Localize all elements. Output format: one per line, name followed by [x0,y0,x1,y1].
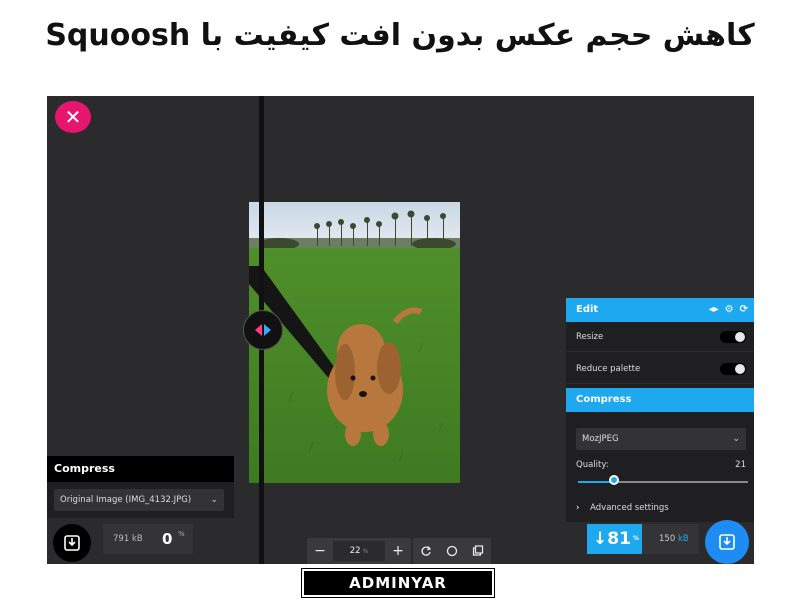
reduce-palette-label: Reduce palette [576,364,641,374]
compress-header: Compress [566,388,754,412]
footer-badge: ADMINYAR [301,568,495,598]
close-icon[interactable]: ✕ [55,101,91,133]
result-size-unit: kB [677,534,689,544]
zoom-unit: % [362,547,369,555]
advanced-settings-toggle[interactable]: › Advanced settings [566,496,754,520]
result-file-size: 150 kB [659,524,689,554]
resize-label: Resize [576,332,604,342]
right-settings-panel: Edit ◂▸ ⚙ ⟳ Resize Reduce palette Compre… [566,298,754,522]
preview-image [249,202,460,483]
chevron-down-icon: ⌄ [210,495,218,505]
squoosh-app: ✕ Compress Original Image (IMG_4132.JPG)… [47,96,754,564]
zoom-controls: − 22 % + [307,538,411,564]
result-size-value: 150 [659,534,676,544]
quality-value: 21 [735,460,746,470]
side-by-side-icon[interactable] [465,538,491,564]
quality-slider-thumb[interactable] [608,475,619,485]
chevron-right-icon: › [576,503,580,513]
settings-icon[interactable]: ⚙ [725,298,734,322]
edit-header: Edit ◂▸ ⚙ ⟳ [566,298,754,322]
download-icon [719,534,735,550]
codec-select[interactable]: MozJPEG ⌄ [576,428,746,450]
chevron-down-icon: ⌄ [732,434,740,444]
zoom-value: 22 [349,546,361,556]
quality-slider[interactable] [578,481,748,483]
reset-icon[interactable]: ⟳ [740,298,748,322]
left-codec-value: Original Image (IMG_4132.JPG) [60,495,192,505]
left-compress-panel: Compress Original Image (IMG_4132.JPG) ⌄ [47,456,234,518]
original-reduction-unit: % [178,530,185,538]
result-reduction: ↓81% [587,524,642,554]
advanced-settings-label: Advanced settings [590,503,669,513]
download-compressed-button[interactable] [705,520,749,564]
flip-icon[interactable]: ◂▸ [709,298,719,322]
zoom-out-button[interactable]: − [307,538,333,564]
view-controls [413,538,491,564]
left-size-info: 791 kB 0 % [103,524,193,554]
banner-title: کاهش حجم عکس بدون افت کیفیت با Squoosh [45,18,755,53]
reduce-palette-toggle[interactable] [720,363,746,375]
edit-header-label: Edit [576,304,599,315]
left-codec-select[interactable]: Original Image (IMG_4132.JPG) ⌄ [54,489,224,511]
download-original-button[interactable] [53,524,91,562]
result-arrow: ↓ [593,529,608,549]
resize-row: Resize [566,322,754,352]
original-reduction: 0 [162,530,173,548]
result-info: ↓81% 150 kB [587,524,699,554]
reduce-palette-row: Reduce palette [566,354,754,384]
zoom-toolbar: − 22 % + [307,538,493,564]
result-pct-value: 81 [607,529,631,549]
resize-toggle[interactable] [720,331,746,343]
rotate-icon[interactable] [413,538,439,564]
codec-value: MozJPEG [582,434,619,444]
background-toggle-icon[interactable] [439,538,465,564]
result-pct-unit: % [632,535,639,542]
zoom-in-button[interactable]: + [385,538,411,564]
original-file-size: 791 kB [113,534,143,544]
zoom-input[interactable]: 22 % [333,541,385,561]
quality-label: Quality: [576,460,609,470]
left-compress-header: Compress [47,456,234,482]
download-icon [64,535,80,551]
divider-handle-icon[interactable] [243,310,283,350]
